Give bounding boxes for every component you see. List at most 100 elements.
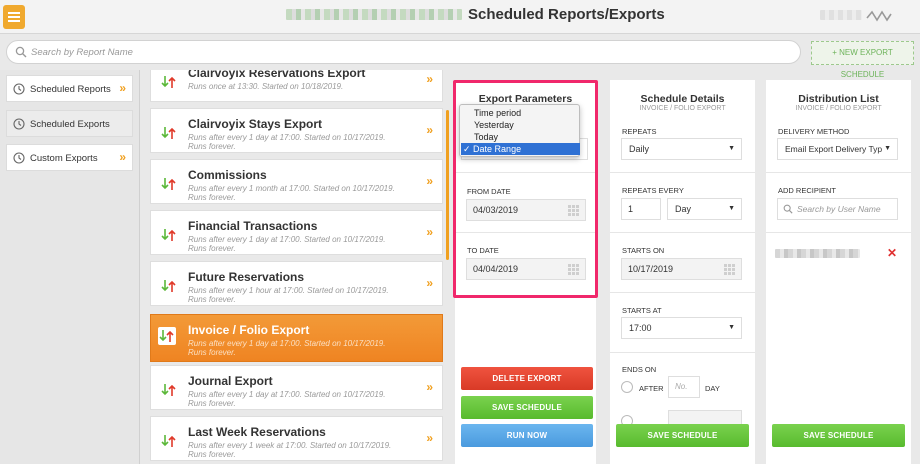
blurred-recipient	[775, 249, 860, 258]
divider	[766, 232, 911, 233]
report-title: Future Reservations	[188, 270, 305, 284]
list-item[interactable]: Clairvoyix Reservations Export Runs once…	[150, 70, 443, 102]
chevron-right-icon: »	[426, 380, 433, 394]
day-label: DAY	[705, 384, 720, 393]
save-schedule-button[interactable]: SAVE SCHEDULE	[772, 424, 905, 447]
repeats-every-label: REPEATS EVERY	[622, 186, 684, 195]
ends-after-radio[interactable]	[621, 381, 633, 393]
caret-down-icon: ▼	[728, 205, 735, 212]
chevron-right-icon: »	[119, 81, 126, 95]
list-item[interactable]: Clairvoyix Stays Export Runs after every…	[150, 108, 443, 153]
save-schedule-button[interactable]: SAVE SCHEDULE	[461, 396, 593, 419]
repeats-every-number[interactable]: 1	[621, 198, 661, 220]
hamburger-icon[interactable]	[3, 5, 25, 29]
caret-down-icon: ▼	[882, 139, 891, 159]
close-icon[interactable]: ✕	[887, 246, 897, 260]
starts-at-select[interactable]: 17:00 ▼	[621, 317, 742, 339]
page-title: Scheduled Reports/Exports	[468, 6, 665, 23]
list-item[interactable]: Journal Export Runs after every 1 day at…	[150, 365, 443, 410]
delivery-method-select[interactable]: Email Export Delivery Type ▼	[777, 138, 898, 160]
transfer-arrows-icon	[161, 178, 176, 190]
divider	[610, 172, 755, 173]
sidebar-item-label: Custom Exports	[30, 153, 98, 164]
chevron-right-icon: »	[426, 431, 433, 445]
sidebar-item-custom-exports[interactable]: Custom Exports »	[6, 144, 133, 171]
divider	[610, 292, 755, 293]
transfer-arrows-icon	[161, 435, 176, 447]
report-schedule-text: Runs after every 1 day at 17:00. Started…	[188, 133, 386, 151]
chevron-right-icon: »	[119, 150, 126, 164]
list-scrollbar[interactable]	[446, 110, 449, 260]
list-item[interactable]: Future Reservations Runs after every 1 h…	[150, 261, 443, 306]
starts-at-label: STARTS AT	[622, 306, 662, 315]
search-input[interactable]: Search by Report Name	[6, 40, 801, 64]
sidebar-item-label: Scheduled Exports	[30, 119, 110, 130]
recipient-placeholder: Search by User Name	[797, 204, 881, 214]
chevron-right-icon: »	[426, 123, 433, 137]
clock-icon	[13, 152, 25, 164]
transfer-arrows-icon	[161, 76, 176, 88]
report-schedule-text: Runs after every 1 month at 17:00. Start…	[188, 184, 395, 202]
list-item[interactable]: Commissions Runs after every 1 month at …	[150, 159, 443, 204]
report-title: Commissions	[188, 168, 267, 182]
chevron-right-icon: »	[426, 276, 433, 290]
report-schedule-text: Runs once at 13:30. Started on 10/18/201…	[188, 82, 344, 91]
sidebar: Scheduled Reports » Scheduled Exports Cu…	[0, 70, 140, 464]
starts-at-value: 17:00	[629, 323, 652, 333]
chevron-right-icon: »	[426, 225, 433, 239]
sidebar-item-scheduled-reports[interactable]: Scheduled Reports »	[6, 75, 133, 102]
ends-on-label: ENDS ON	[622, 365, 657, 374]
report-schedule-text: Runs after every 1 hour at 17:00. Starte…	[188, 286, 389, 304]
report-title: Invoice / Folio Export	[188, 323, 310, 337]
report-title: Journal Export	[188, 374, 273, 388]
save-schedule-button[interactable]: SAVE SCHEDULE	[616, 424, 749, 447]
report-list: Clairvoyix Reservations Export Runs once…	[150, 70, 446, 464]
starts-on-label: STARTS ON	[622, 246, 665, 255]
list-item[interactable]: Financial Transactions Runs after every …	[150, 210, 443, 255]
search-row: Search by Report Name + NEW EXPORT SCHED…	[0, 36, 920, 79]
distribution-list-panel: Distribution List INVOICE / FOLIO EXPORT…	[766, 80, 911, 464]
report-schedule-text: Runs after every 1 day at 17:00. Started…	[188, 339, 386, 357]
search-placeholder: Search by Report Name	[31, 47, 133, 58]
after-count-input[interactable]: No.	[668, 376, 700, 398]
delivery-method-value: Email Export Delivery Type	[785, 144, 887, 154]
transfer-arrows-icon-box	[158, 327, 176, 345]
transfer-arrows-icon	[161, 384, 176, 396]
divider	[766, 172, 911, 173]
starts-on-field[interactable]: 10/17/2019	[621, 258, 742, 280]
calendar-icon[interactable]	[724, 264, 735, 275]
search-icon	[783, 204, 793, 214]
report-title: Clairvoyix Stays Export	[188, 117, 323, 131]
sidebar-item-scheduled-exports[interactable]: Scheduled Exports	[6, 110, 133, 137]
list-item-selected[interactable]: Invoice / Folio Export Runs after every …	[150, 314, 443, 362]
delete-export-button[interactable]: DELETE EXPORT	[461, 367, 593, 390]
list-item[interactable]: Last Week Reservations Runs after every …	[150, 416, 443, 461]
distribution-list-subtitle: INVOICE / FOLIO EXPORT	[795, 105, 882, 112]
divider	[610, 352, 755, 353]
repeats-every-unit: Day	[675, 204, 692, 214]
recipient-search-input[interactable]: Search by User Name	[777, 198, 898, 220]
report-title: Clairvoyix Reservations Export	[188, 70, 366, 80]
repeats-select[interactable]: Daily ▼	[621, 138, 742, 160]
distribution-list-title: Distribution List	[798, 93, 879, 105]
repeats-every-unit-select[interactable]: Day ▼	[667, 198, 742, 220]
report-title: Financial Transactions	[188, 219, 318, 233]
top-bar: Scheduled Reports/Exports	[0, 0, 920, 34]
run-now-button[interactable]: RUN NOW	[461, 424, 593, 447]
report-title: Last Week Reservations	[188, 425, 326, 439]
sidebar-item-label: Scheduled Reports	[30, 84, 111, 95]
schedule-details-subtitle: INVOICE / FOLIO EXPORT	[639, 105, 726, 112]
search-icon	[15, 46, 27, 58]
report-schedule-text: Runs after every 1 day at 17:00. Started…	[188, 235, 386, 253]
repeats-label: REPEATS	[622, 127, 657, 136]
transfer-arrows-icon	[161, 280, 176, 292]
new-export-schedule-button[interactable]: + NEW EXPORT SCHEDULE	[811, 41, 914, 79]
delivery-method-label: DELIVERY METHOD	[778, 127, 850, 136]
transfer-arrows-icon	[161, 229, 176, 241]
brand-logo-icon[interactable]	[866, 8, 892, 24]
after-label: AFTER	[639, 384, 664, 393]
clock-icon	[13, 118, 25, 130]
caret-down-icon: ▼	[728, 145, 735, 152]
report-schedule-text: Runs after every 1 day at 17:00. Started…	[188, 390, 386, 408]
clock-icon	[13, 83, 25, 95]
